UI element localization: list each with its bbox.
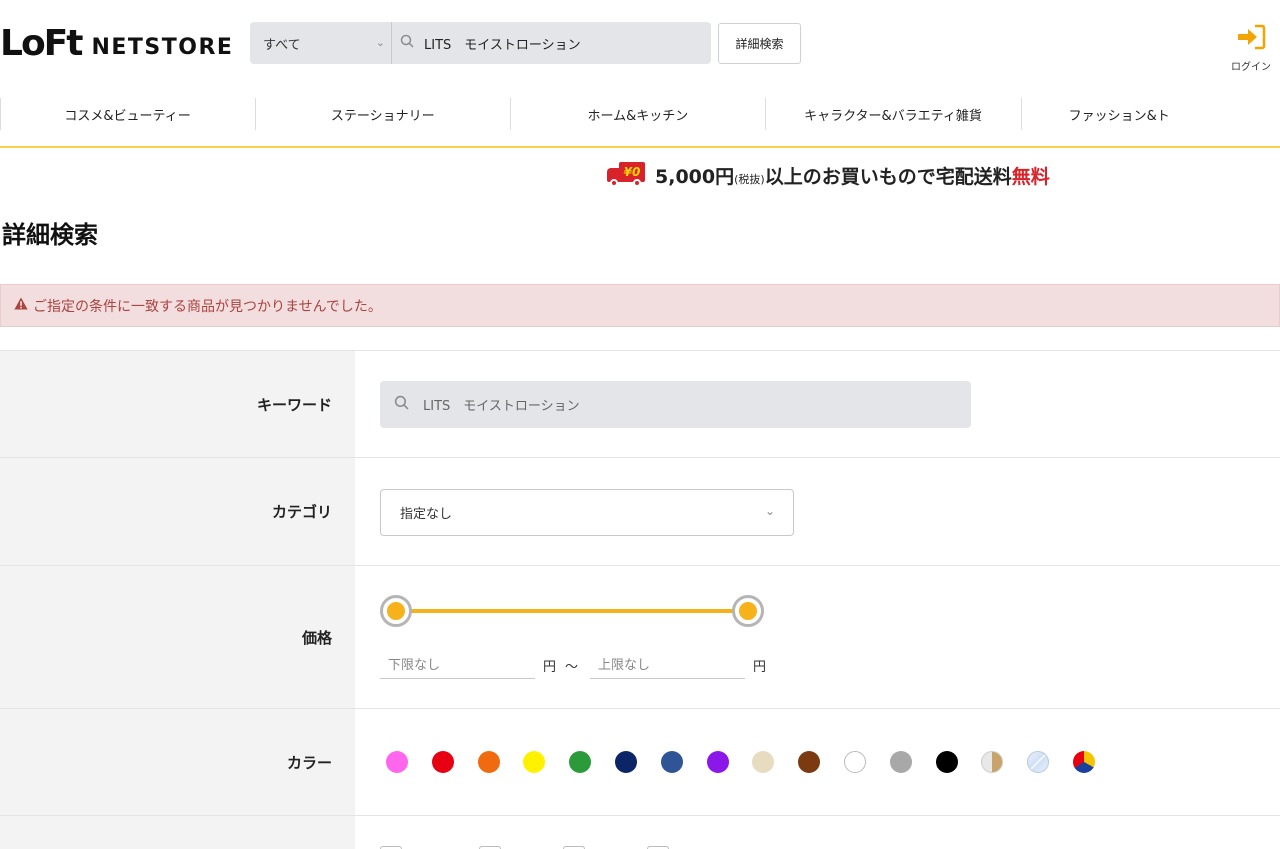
- color-swatch-yellow[interactable]: [523, 751, 546, 773]
- chevron-down-icon: ⌄: [375, 36, 385, 49]
- nav-item-fashion[interactable]: ファッション&ト: [1020, 96, 1280, 132]
- alert-message: ご指定の条件に一致する商品が見つかりませんでした。: [33, 298, 382, 315]
- nav-underline: [0, 146, 1280, 148]
- search-icon: [400, 34, 414, 52]
- shipping-condition: 以上のお買いもので宅配送料: [764, 165, 1012, 188]
- color-swatch-blue[interactable]: [660, 751, 683, 773]
- chevron-down-icon: ⌄: [764, 504, 775, 518]
- nav-item-cosme[interactable]: コスメ&ビューティー: [0, 96, 255, 132]
- site-logo[interactable]: LoFt NETSTORE: [0, 22, 233, 66]
- free-shipping-banner[interactable]: ¥0 5,000円(税抜)以上のお買いもので宅配送料無料: [607, 160, 1050, 190]
- login-label: ログイン: [1231, 62, 1271, 73]
- color-swatch-gold[interactable]: [981, 751, 1004, 773]
- checkbox-row: [0, 815, 1280, 849]
- color-swatch-pink[interactable]: [386, 751, 408, 773]
- search-scope-select[interactable]: すべて ⌄: [250, 22, 392, 64]
- checkbox-row-label: [0, 816, 355, 849]
- color-swatch-black[interactable]: [935, 751, 958, 773]
- search-input[interactable]: LITS モイストローション: [392, 34, 711, 53]
- category-label: カテゴリ: [0, 458, 355, 565]
- nav-item-home-kitchen[interactable]: ホーム&キッチン: [510, 96, 765, 132]
- color-swatch-multi[interactable]: [1073, 751, 1095, 773]
- shipping-tax-note: (税抜): [734, 172, 765, 186]
- shipping-free: 無料: [1011, 165, 1050, 188]
- truck-price-label: ¥0: [619, 162, 645, 182]
- warning-icon: [14, 297, 28, 314]
- color-swatch-green[interactable]: [569, 751, 592, 773]
- search-scope-value: すべて: [263, 37, 301, 53]
- price-row: 価格 下限なし 円 ～ 上限なし 円: [0, 565, 1280, 708]
- keyword-input[interactable]: LITS モイストローション: [380, 381, 971, 428]
- price-slider-max-handle[interactable]: [732, 595, 764, 627]
- nav-item-character-variety[interactable]: キャラクター&バラエティ雑貨: [765, 96, 1020, 132]
- site-header: LoFt NETSTORE すべて ⌄ LITS モイストローション 詳細検索 …: [0, 0, 1280, 90]
- category-row: カテゴリ 指定なし ⌄: [0, 457, 1280, 565]
- category-value: 指定なし: [400, 507, 453, 522]
- price-min-unit: 円: [543, 660, 557, 675]
- search-bar: すべて ⌄ LITS モイストローション: [250, 22, 711, 64]
- logo-mark: LoFt: [0, 23, 83, 64]
- keyword-row: キーワード LITS モイストローション: [0, 350, 1280, 457]
- color-swatch-beige[interactable]: [752, 751, 775, 773]
- color-label: カラー: [0, 709, 355, 815]
- color-swatch-clear[interactable]: [1027, 751, 1050, 773]
- category-select[interactable]: 指定なし ⌄: [380, 489, 794, 536]
- price-max-unit: 円: [753, 660, 767, 675]
- advanced-search-button[interactable]: 詳細検索: [718, 23, 801, 64]
- color-row: カラー: [0, 708, 1280, 815]
- price-slider-min-handle[interactable]: [380, 595, 412, 627]
- price-label: 価格: [0, 566, 355, 708]
- keyword-label: キーワード: [0, 351, 355, 457]
- price-min-input[interactable]: 下限なし: [380, 649, 535, 679]
- login-button[interactable]: ログイン: [1222, 24, 1280, 73]
- logo-text: NETSTORE: [91, 34, 234, 60]
- no-results-alert: ご指定の条件に一致する商品が見つかりませんでした。: [0, 284, 1280, 327]
- color-swatch-orange[interactable]: [477, 751, 500, 773]
- color-swatch-white[interactable]: [844, 751, 866, 773]
- category-nav: コスメ&ビューティー ステーショナリー ホーム&キッチン キャラクター&バラエテ…: [0, 96, 1280, 132]
- color-swatch-navy[interactable]: [615, 751, 637, 773]
- keyword-value: LITS モイストローション: [423, 399, 580, 414]
- color-swatch-gray[interactable]: [889, 751, 912, 773]
- price-max-input[interactable]: 上限なし: [590, 649, 745, 679]
- shipping-amount: 5,000円: [655, 165, 735, 188]
- search-query: LITS モイストローション: [424, 37, 581, 53]
- nav-item-stationery[interactable]: ステーショナリー: [255, 96, 510, 132]
- color-swatch-brown[interactable]: [798, 751, 821, 773]
- color-swatch-red[interactable]: [431, 751, 454, 773]
- search-icon: [394, 395, 409, 414]
- color-swatch-purple[interactable]: [706, 751, 729, 773]
- price-slider-track[interactable]: [396, 609, 748, 613]
- truck-icon: ¥0: [607, 162, 647, 188]
- page-title: 詳細検索: [2, 221, 98, 249]
- login-icon: [1222, 24, 1280, 56]
- shipping-text: 5,000円(税抜)以上のお買いもので宅配送料無料: [655, 162, 1050, 189]
- price-range-separator: ～: [565, 660, 579, 675]
